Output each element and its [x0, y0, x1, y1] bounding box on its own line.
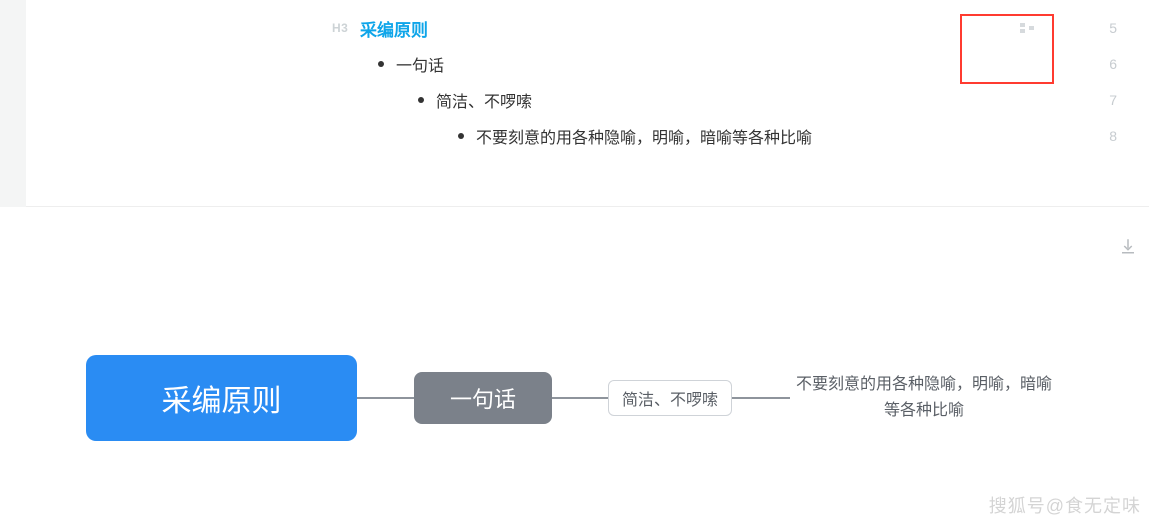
node-label: 采编原则	[162, 376, 282, 420]
line-number: 8	[1109, 128, 1117, 144]
outline-panel: H2 4 H3 采编原则 5 一句话 6 简洁、不啰嗦 7 不要刻意的用各种隐喻…	[0, 0, 1149, 207]
connector-line	[732, 397, 790, 399]
node-label: 不要刻意的用各种隐喻，明喻，暗喻等各种比喻	[790, 372, 1058, 423]
mindmap-view[interactable]: 采编原则 一句话 简洁、不啰嗦 不要刻意的用各种隐喻，明喻，暗喻等各种比喻	[0, 340, 1149, 470]
outline-text[interactable]: 一句话	[396, 52, 444, 76]
mindmap-child-node[interactable]: 一句话	[414, 372, 552, 424]
node-label: 一句话	[450, 382, 516, 414]
outline-row-bullet-1[interactable]: 一句话 6	[26, 46, 1149, 82]
connector-line	[357, 397, 414, 399]
outline-content: H2 4 H3 采编原则 5 一句话 6 简洁、不啰嗦 7 不要刻意的用各种隐喻…	[26, 0, 1149, 154]
line-number: 5	[1109, 20, 1117, 36]
mindmap-root-node[interactable]: 采编原则	[86, 355, 357, 441]
structure-icon[interactable]	[1020, 23, 1034, 33]
watermark-text: 搜狐号@食无定味	[989, 492, 1141, 518]
outline-row-h3[interactable]: H3 采编原则 5	[26, 10, 1149, 46]
download-icon[interactable]	[1119, 237, 1137, 255]
outline-text[interactable]: 简洁、不啰嗦	[436, 88, 532, 112]
connector-line	[552, 397, 608, 399]
mindmap-text-node[interactable]: 不要刻意的用各种隐喻，明喻，暗喻等各种比喻	[790, 372, 1058, 423]
outline-row-bullet-2[interactable]: 简洁、不啰嗦 7	[26, 82, 1149, 118]
node-label: 简洁、不啰嗦	[622, 386, 718, 410]
outline-text[interactable]: 不要刻意的用各种隐喻，明喻，暗喻等各种比喻	[476, 124, 812, 148]
bullet-icon	[378, 61, 384, 67]
outline-text[interactable]: 采编原则	[360, 16, 428, 41]
heading-tag: H3	[332, 21, 348, 35]
line-number: 7	[1109, 92, 1117, 108]
outline-row-bullet-3[interactable]: 不要刻意的用各种隐喻，明喻，暗喻等各种比喻 8	[26, 118, 1149, 154]
outline-row-h2[interactable]: H2 4	[26, 0, 1149, 10]
mindmap-leaf-node[interactable]: 简洁、不啰嗦	[608, 380, 732, 416]
bullet-icon	[458, 133, 464, 139]
bullet-icon	[418, 97, 424, 103]
line-number: 6	[1109, 56, 1117, 72]
